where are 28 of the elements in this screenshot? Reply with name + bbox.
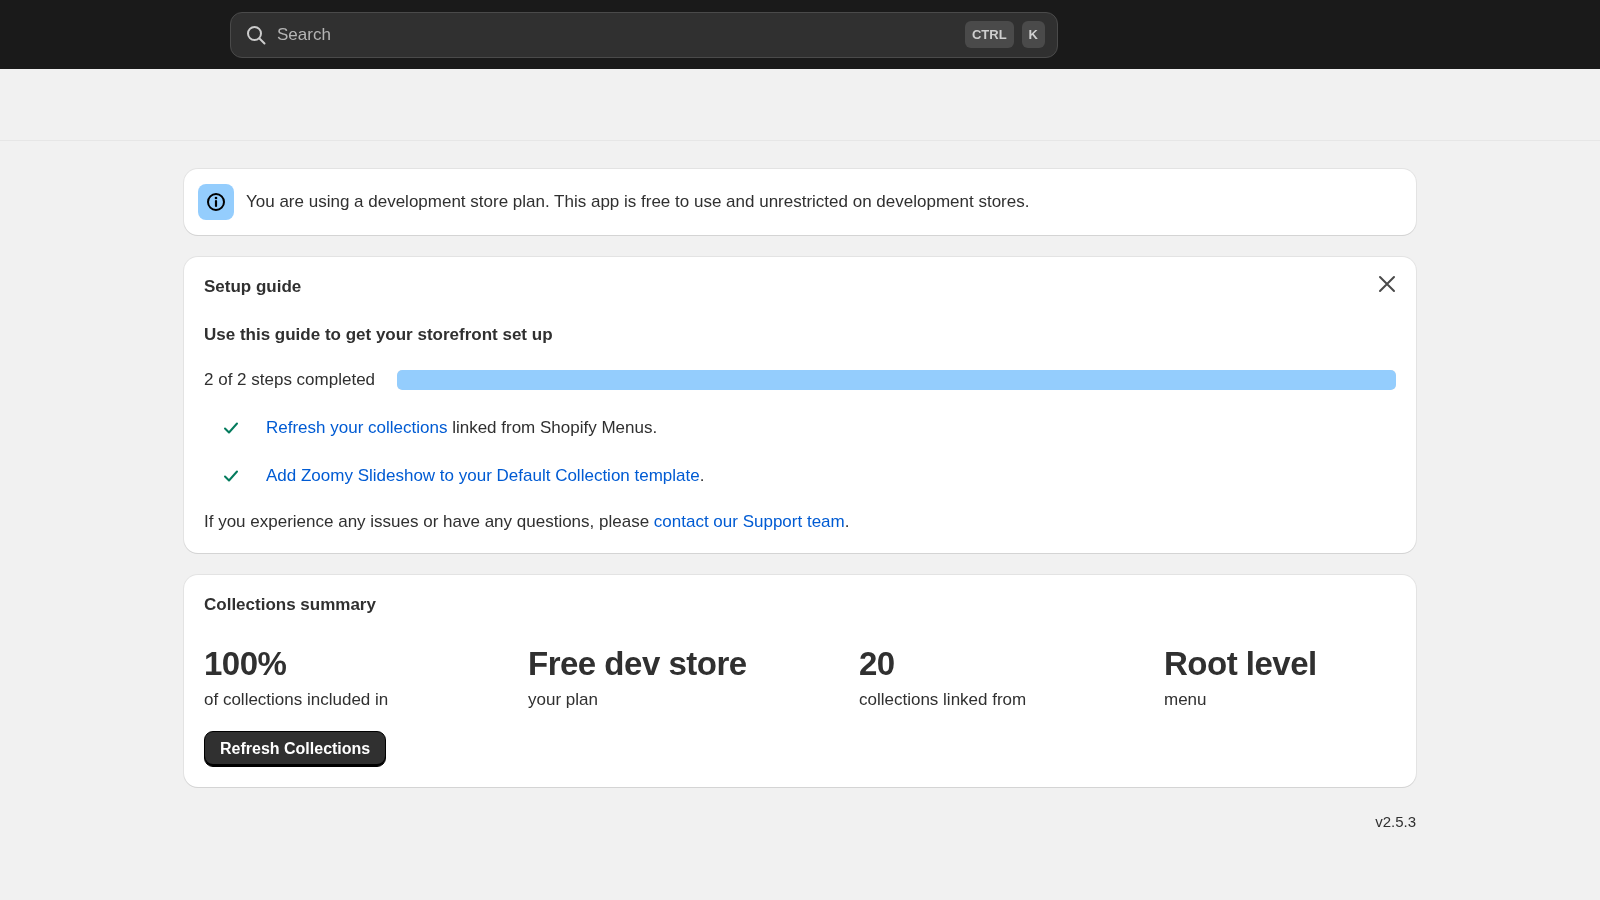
stat-label: collections linked from: [859, 689, 1028, 712]
stat-label: of collections included in: [204, 689, 390, 712]
step-text: Refresh your collections linked from Shopify Menus.: [266, 417, 658, 440]
card-title: Setup guide: [204, 277, 302, 297]
progress-text: 2 of 2 steps completed: [204, 369, 376, 391]
step-link[interactable]: Refresh your collections: [266, 418, 448, 438]
search-field[interactable]: Search CTRL K: [230, 11, 1058, 58]
step-link[interactable]: Add Zoomy Slideshow to your Default Collection template: [266, 466, 700, 486]
stat-value: Free dev store: [528, 645, 748, 684]
shortcut-key: CTRL: [964, 21, 1014, 48]
search-icon: [245, 23, 267, 46]
stat-value: 100%: [204, 645, 288, 684]
stat-value: 20: [859, 645, 896, 684]
step-text: Add Zoomy Slideshow to your Default Collection template.: [266, 465, 705, 488]
stat-value: Root level: [1164, 645, 1318, 684]
info-icon: [198, 184, 234, 220]
shortcut-key: K: [1021, 21, 1045, 48]
close-button[interactable]: [1376, 273, 1398, 295]
stat-label: your plan: [528, 689, 599, 712]
refresh-collections-button[interactable]: Refresh Collections: [204, 731, 387, 768]
stat-label: menu: [1164, 689, 1208, 712]
search-input[interactable]: Search: [275, 23, 957, 46]
support-link[interactable]: contact our Support team: [653, 512, 845, 532]
card-title: Collections summary: [204, 595, 376, 616]
version-text: v2.5.3: [1375, 813, 1416, 831]
guide-subtitle: Use this guide to get your storefront set up: [204, 325, 553, 345]
support-text: If you experience any issues or have any questions, please contact our Support team.: [204, 511, 851, 534]
banner-message: You are using a development store plan. This app is free to use and unrestricted on development stores.: [246, 190, 1030, 213]
